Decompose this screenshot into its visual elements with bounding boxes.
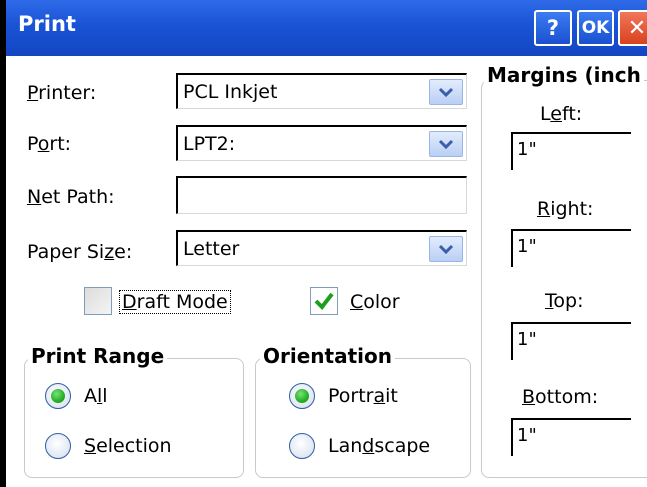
check-icon: [314, 292, 334, 311]
bottom-margin-value: 1": [517, 425, 537, 446]
paper-size-value: Letter: [183, 238, 240, 260]
close-button[interactable]: ✕: [618, 10, 647, 46]
top-margin-value: 1": [517, 329, 537, 350]
draft-mode-label[interactable]: Draft Mode: [119, 290, 231, 314]
color-label[interactable]: Color: [350, 291, 400, 313]
radio-selected-icon: [51, 389, 65, 403]
print-range-title: Print Range: [28, 344, 168, 368]
printer-dropdown-button[interactable]: [429, 79, 463, 105]
paper-size-dropdown-button[interactable]: [429, 236, 463, 262]
print-dialog: Print ? OK ✕ Printer: PCL Inkjet Port: L…: [0, 0, 647, 487]
bottom-margin-label: Bottom:: [522, 386, 599, 408]
margins-title: Margins (inch: [484, 63, 644, 87]
orientation-group: [255, 358, 471, 478]
port-label: Port:: [27, 133, 72, 155]
paper-size-label: Paper Size:: [27, 241, 133, 263]
portrait-label[interactable]: Portrait: [328, 385, 398, 407]
all-radio[interactable]: [45, 383, 71, 409]
landscape-radio[interactable]: [289, 433, 315, 459]
printer-label-rest: rinter:: [38, 82, 97, 104]
net-path-label: Net Path:: [27, 186, 115, 208]
left-margin-input[interactable]: 1": [511, 132, 631, 170]
radio-selected-icon: [295, 389, 309, 403]
ok-label: OK: [581, 18, 610, 38]
port-dropdown-button[interactable]: [429, 131, 463, 157]
chevron-down-icon: [438, 244, 454, 255]
top-margin-input[interactable]: 1": [511, 322, 631, 360]
port-dropdown[interactable]: LPT2:: [176, 125, 467, 161]
help-icon: ?: [546, 16, 560, 40]
draft-mode-checkbox[interactable]: [84, 287, 112, 315]
left-margin-value: 1": [517, 139, 537, 160]
right-margin-label: Right:: [537, 198, 594, 220]
top-margin-label: Top:: [545, 290, 584, 312]
color-checkbox[interactable]: [310, 287, 338, 315]
printer-label: Printer:: [27, 82, 97, 104]
right-margin-input[interactable]: 1": [511, 229, 631, 267]
bottom-margin-input[interactable]: 1": [511, 418, 631, 456]
chevron-down-icon: [438, 139, 454, 150]
orientation-title: Orientation: [260, 344, 395, 368]
net-path-input[interactable]: [176, 176, 467, 214]
portrait-radio[interactable]: [289, 383, 315, 409]
paper-size-dropdown[interactable]: Letter: [176, 230, 467, 266]
print-range-group: [24, 358, 244, 478]
left-margin-label: Left:: [540, 103, 583, 125]
selection-label[interactable]: Selection: [84, 435, 172, 457]
selection-radio[interactable]: [45, 433, 71, 459]
printer-value: PCL Inkjet: [183, 81, 278, 103]
ok-button[interactable]: OK: [577, 10, 614, 46]
right-margin-value: 1": [517, 236, 537, 257]
title-bar: Print ? OK ✕: [6, 0, 647, 56]
printer-dropdown[interactable]: PCL Inkjet: [176, 73, 467, 109]
port-value: LPT2:: [183, 133, 236, 155]
chevron-down-icon: [438, 87, 454, 98]
window-title: Print: [18, 12, 76, 36]
landscape-label[interactable]: Landscape: [328, 435, 430, 457]
close-icon: ✕: [627, 15, 647, 41]
all-label[interactable]: All: [84, 385, 108, 407]
help-button[interactable]: ?: [534, 10, 572, 46]
